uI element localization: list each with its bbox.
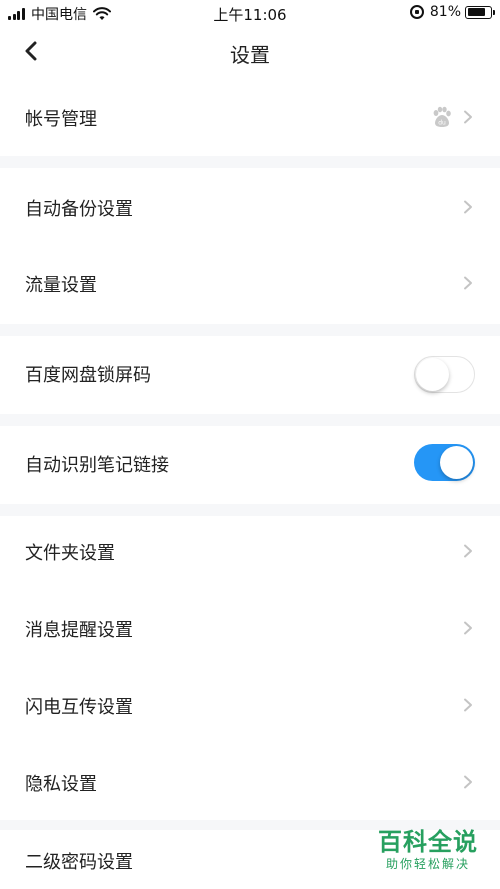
status-bar: 中国电信 上午11:06 81% xyxy=(0,0,500,26)
svg-text:du: du xyxy=(438,120,446,127)
status-right: 81% xyxy=(409,4,495,20)
toggle-knob xyxy=(416,357,449,391)
section-divider xyxy=(0,156,500,168)
orientation-lock-icon xyxy=(409,5,424,19)
baidu-paw-icon: du xyxy=(433,106,451,127)
toggle-knob xyxy=(440,446,473,479)
lock-screen-toggle[interactable] xyxy=(414,356,475,393)
section-divider xyxy=(0,504,500,516)
nav-bar: 设置 xyxy=(0,26,500,78)
settings-row-folder[interactable]: 文件夹设置 xyxy=(0,516,500,594)
row-label: 闪电互传设置 xyxy=(25,697,133,718)
settings-row-account[interactable]: 帐号管理 du xyxy=(0,78,500,156)
section-divider xyxy=(0,414,500,426)
row-label: 隐私设置 xyxy=(25,774,97,795)
chevron-right-icon xyxy=(464,544,472,558)
watermark-logo: 百科全说 助你轻松解决 xyxy=(372,828,484,872)
watermark-subtitle: 助你轻松解决 xyxy=(385,857,470,871)
settings-row-privacy[interactable]: 隐私设置 xyxy=(0,750,500,820)
row-label: 自动备份设置 xyxy=(25,199,133,220)
settings-row-lock-screen: 百度网盘锁屏码 xyxy=(0,336,500,414)
row-label: 消息提醒设置 xyxy=(25,620,133,641)
battery-icon xyxy=(465,5,495,19)
row-label: 流量设置 xyxy=(25,275,97,296)
settings-row-notification[interactable]: 消息提醒设置 xyxy=(0,594,500,672)
section-divider xyxy=(0,324,500,336)
chevron-right-icon xyxy=(464,698,472,712)
settings-row-note-links: 自动识别笔记链接 xyxy=(0,426,500,504)
watermark-title: 百科全说 xyxy=(378,828,478,856)
row-label: 百度网盘锁屏码 xyxy=(25,365,151,386)
chevron-right-icon xyxy=(464,200,472,214)
note-links-toggle[interactable] xyxy=(414,444,475,481)
settings-row-auto-backup[interactable]: 自动备份设置 xyxy=(0,168,500,246)
settings-row-flash-transfer[interactable]: 闪电互传设置 xyxy=(0,672,500,750)
row-label: 文件夹设置 xyxy=(25,543,115,564)
chevron-right-icon xyxy=(464,276,472,290)
row-label: 自动识别笔记链接 xyxy=(25,455,169,476)
row-label: 二级密码设置 xyxy=(25,852,133,873)
row-label: 帐号管理 xyxy=(25,109,97,130)
battery-percent: 81% xyxy=(429,4,461,20)
page-title: 设置 xyxy=(230,43,270,67)
chevron-right-icon xyxy=(464,775,472,789)
settings-row-traffic[interactable]: 流量设置 xyxy=(0,246,500,324)
chevron-right-icon xyxy=(464,621,472,635)
chevron-right-icon xyxy=(464,110,472,124)
